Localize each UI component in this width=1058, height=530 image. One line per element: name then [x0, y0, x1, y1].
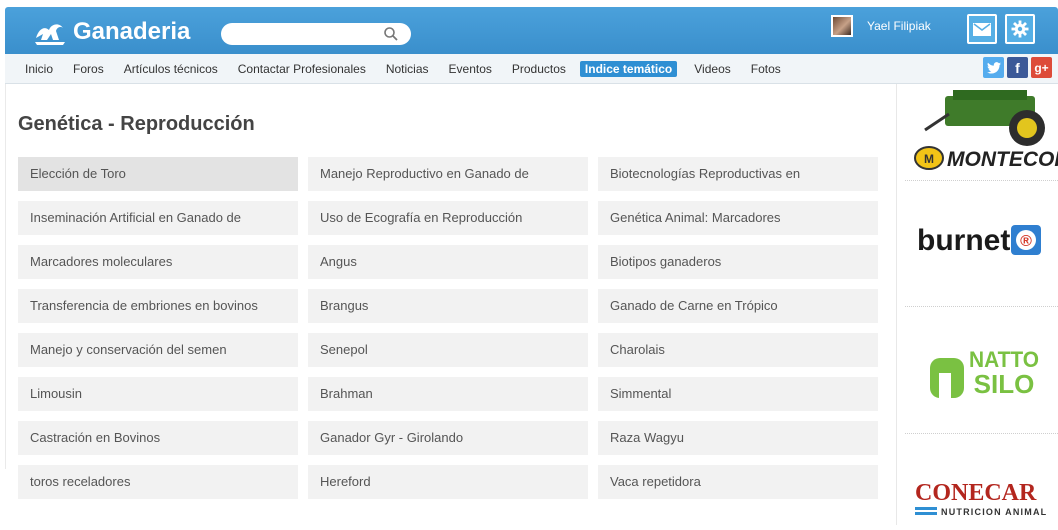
sidebar-divider — [896, 84, 897, 525]
topic-link[interactable]: Inseminación Artificial en Ganado de — [18, 201, 298, 235]
ad-burnet[interactable]: burnet ® — [905, 205, 1058, 285]
nav-item-indice-tematico[interactable]: Indice temático — [579, 61, 678, 77]
user-name[interactable]: Yael Filipiak — [867, 19, 931, 33]
user-menu[interactable]: Yael Filipiak — [831, 15, 931, 37]
ad-natto-silo[interactable]: NATTO SILO — [905, 325, 1058, 425]
conecar-brand: CONECAR — [915, 480, 1037, 506]
top-bar-background: Ganaderia Yael Filipiak — [5, 7, 1058, 54]
topic-link[interactable]: Senepol — [308, 333, 588, 367]
topic-link[interactable]: Angus — [308, 245, 588, 279]
social-links: f g+ — [983, 57, 1052, 78]
topic-link[interactable]: Uso de Ecografía en Reproducción — [308, 201, 588, 235]
burnet-logo: burnet ® — [917, 224, 1041, 257]
top-bar: Ganaderia Yael Filipiak — [0, 0, 1058, 54]
topic-link[interactable]: Limousin — [18, 377, 298, 411]
nav-item-foros[interactable]: Foros — [70, 61, 107, 77]
nav-item-noticias[interactable]: Noticias — [383, 61, 432, 77]
nav-item-fotos[interactable]: Fotos — [748, 61, 784, 77]
burnet-brand: burnet — [917, 224, 1010, 257]
topic-link[interactable]: Biotipos ganaderos — [598, 245, 878, 279]
topic-link[interactable]: Simmental — [598, 377, 878, 411]
googleplus-icon[interactable]: g+ — [1031, 57, 1052, 78]
site-logo[interactable]: Ganaderia — [33, 17, 190, 47]
topic-link[interactable]: Genética Animal: Marcadores — [598, 201, 878, 235]
natto-silo-brand-lower: SILO — [974, 369, 1035, 399]
twitter-icon[interactable] — [983, 57, 1004, 78]
topic-link[interactable]: Hereford — [308, 465, 588, 499]
topic-link[interactable]: Vaca repetidora — [598, 465, 878, 499]
topic-link[interactable]: Ganador Gyr - Girolando — [308, 421, 588, 455]
burnet-badge: ® — [1020, 233, 1032, 250]
nav-item-eventos[interactable]: Eventos — [446, 61, 495, 77]
topic-link[interactable]: Marcadores moleculares — [18, 245, 298, 279]
topic-link[interactable]: Brangus — [308, 289, 588, 323]
topic-link[interactable]: Biotecnologías Reproductivas en — [598, 157, 878, 191]
settings-button[interactable] — [1005, 14, 1035, 44]
content-left-border — [5, 84, 6, 469]
topic-link[interactable]: Manejo y conservación del semen — [18, 333, 298, 367]
topic-link[interactable]: Elección de Toro — [18, 157, 298, 191]
googleplus-label: g+ — [1034, 60, 1049, 75]
facebook-label: f — [1015, 59, 1020, 76]
search-input[interactable] — [221, 23, 411, 45]
messages-button[interactable] — [967, 14, 997, 44]
gear-icon — [1011, 20, 1029, 38]
ad-separator — [905, 433, 1058, 434]
nav-item-articulos-tecnicos[interactable]: Artículos técnicos — [121, 61, 221, 77]
search-icon[interactable] — [383, 26, 399, 42]
natto-silo-logo: NATTO SILO — [930, 343, 1039, 401]
ad-montecor[interactable]: M MONTECOR — [905, 90, 1058, 180]
nav-item-contactar-profesionales[interactable]: Contactar Profesionales — [235, 61, 369, 77]
facebook-icon[interactable]: f — [1007, 57, 1028, 78]
topic-link[interactable]: Transferencia de embriones en bovinos — [18, 289, 298, 323]
conecar-logo: CONECAR NUTRICION ANIMAL — [915, 480, 1047, 517]
topic-link[interactable]: toros receladores — [18, 465, 298, 499]
nav-item-inicio[interactable]: Inicio — [22, 61, 56, 77]
avatar[interactable] — [831, 15, 853, 37]
topic-link[interactable]: Brahman — [308, 377, 588, 411]
ad-separator — [905, 306, 1058, 307]
montecor-logo: M MONTECOR — [914, 90, 1058, 171]
main-navigation: Inicio Foros Artículos técnicos Contacta… — [5, 54, 1058, 84]
montecor-badge: M — [924, 152, 934, 166]
conecar-tagline: NUTRICION ANIMAL — [941, 507, 1047, 517]
page-title: Genética - Reproducción — [18, 113, 255, 135]
site-header: Ganaderia Yael Filipiak — [0, 0, 1058, 61]
ad-separator — [905, 180, 1058, 181]
topic-link[interactable]: Manejo Reproductivo en Ganado de — [308, 157, 588, 191]
nav-menu: Inicio Foros Artículos técnicos Contacta… — [22, 61, 798, 77]
topic-link[interactable]: Charolais — [598, 333, 878, 367]
topic-link[interactable]: Castración en Bovinos — [18, 421, 298, 455]
topic-link[interactable]: Ganado de Carne en Trópico — [598, 289, 878, 323]
nav-item-productos[interactable]: Productos — [509, 61, 569, 77]
nav-item-videos[interactable]: Videos — [691, 61, 733, 77]
logo-icon — [35, 24, 65, 45]
montecor-brand: MONTECOR — [947, 148, 1058, 171]
twitter-bird-icon — [986, 61, 1001, 74]
topic-link[interactable]: Raza Wagyu — [598, 421, 878, 455]
brand-name: Ganaderia — [73, 18, 191, 45]
mail-icon — [973, 22, 991, 36]
ad-conecar[interactable]: CONECAR NUTRICION ANIMAL — [905, 470, 1058, 525]
